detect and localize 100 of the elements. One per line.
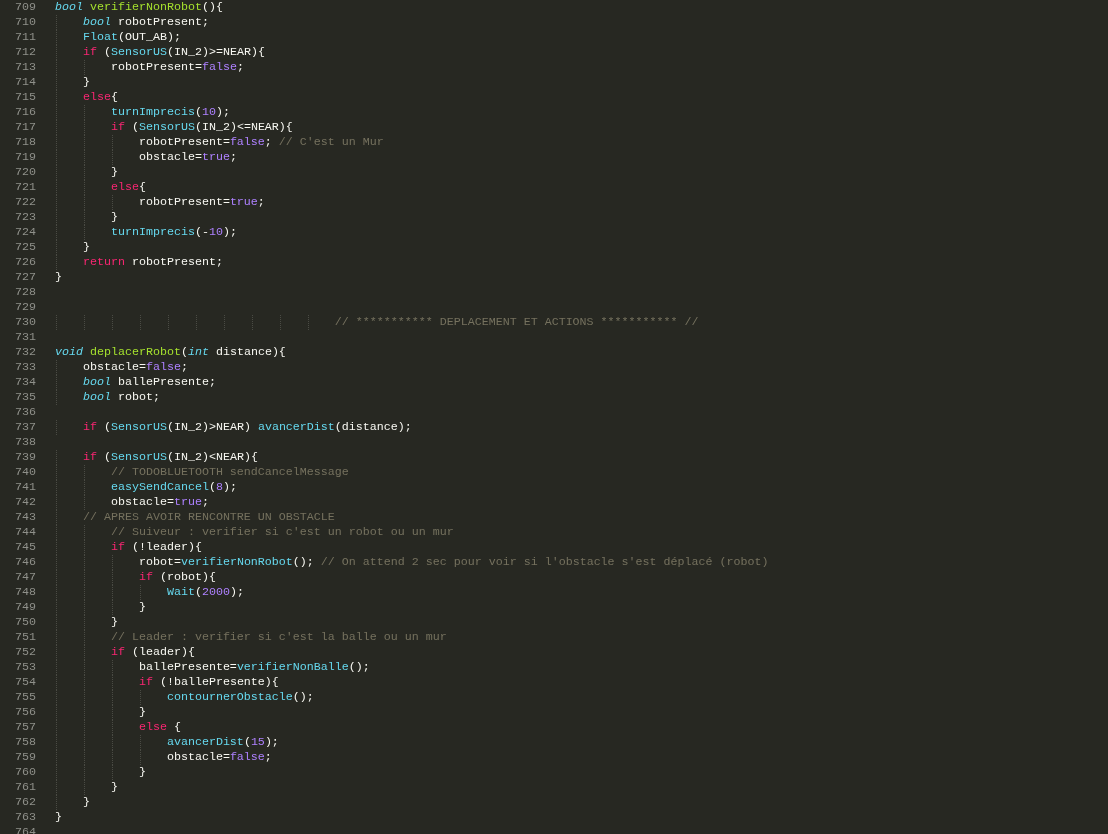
- code-line: obstacle=true;: [137, 150, 237, 164]
- code-line: avancerDist(15);: [165, 735, 279, 749]
- code-line: // APRES AVOIR RENCONTRE UN OBSTACLE: [81, 510, 335, 524]
- line-number: 740: [14, 465, 36, 480]
- code-line: // TODOBLUETOOTH sendCancelMessage: [109, 465, 349, 479]
- line-number: 751: [14, 630, 36, 645]
- line-number: 736: [14, 405, 36, 420]
- code-line: obstacle=true;: [109, 495, 209, 509]
- line-number: 734: [14, 375, 36, 390]
- line-number: 756: [14, 705, 36, 720]
- code-line: if (SensorUS(IN_2)>=NEAR){: [81, 45, 265, 59]
- line-number: 730: [14, 315, 36, 330]
- line-number: 727: [14, 270, 36, 285]
- line-number: 762: [14, 795, 36, 810]
- line-number: 739: [14, 450, 36, 465]
- code-line: bool verifierNonRobot(){: [55, 0, 223, 14]
- line-number: 729: [14, 300, 36, 315]
- line-number: 757: [14, 720, 36, 735]
- code-line: if (SensorUS(IN_2)>NEAR) avancerDist(distance);: [81, 420, 412, 434]
- line-number: 735: [14, 390, 36, 405]
- line-number: 717: [14, 120, 36, 135]
- code-line: turnImprecis(-10);: [109, 225, 237, 239]
- code-line: obstacle=false;: [165, 750, 272, 764]
- code-line: else{: [109, 180, 146, 194]
- code-line: }: [109, 165, 118, 179]
- line-number: 732: [14, 345, 36, 360]
- code-line: }: [137, 600, 146, 614]
- line-number: 758: [14, 735, 36, 750]
- line-number: 725: [14, 240, 36, 255]
- line-number: 742: [14, 495, 36, 510]
- line-number: 731: [14, 330, 36, 345]
- code-line: bool robot;: [81, 390, 160, 404]
- line-number: 713: [14, 60, 36, 75]
- code-line: turnImprecis(10);: [109, 105, 230, 119]
- line-number: 723: [14, 210, 36, 225]
- code-line: easySendCancel(8);: [109, 480, 237, 494]
- line-number: 747: [14, 570, 36, 585]
- line-number: 745: [14, 540, 36, 555]
- line-number: 733: [14, 360, 36, 375]
- code-line: // Suiveur : verifier si c'est un robot ou un mur: [109, 525, 454, 539]
- line-number: 721: [14, 180, 36, 195]
- line-number: 719: [14, 150, 36, 165]
- line-number: 743: [14, 510, 36, 525]
- code-line: if (!leader){: [109, 540, 202, 554]
- code-line: }: [81, 75, 90, 89]
- line-number: 755: [14, 690, 36, 705]
- code-line: Wait(2000);: [165, 585, 244, 599]
- line-number: 753: [14, 660, 36, 675]
- line-number: 728: [14, 285, 36, 300]
- code-line: }: [81, 240, 90, 254]
- line-number: 754: [14, 675, 36, 690]
- line-number: 722: [14, 195, 36, 210]
- code-line: else{: [81, 90, 118, 104]
- line-number: 709: [14, 0, 36, 15]
- line-number: 714: [14, 75, 36, 90]
- line-number: 750: [14, 615, 36, 630]
- code-line: }: [55, 270, 62, 284]
- code-line: bool robotPresent;: [81, 15, 209, 29]
- code-line: else {: [137, 720, 181, 734]
- code-line: obstacle=false;: [81, 360, 188, 374]
- code-line: }: [137, 765, 146, 779]
- line-number: 724: [14, 225, 36, 240]
- line-number: 746: [14, 555, 36, 570]
- code-line: robot=verifierNonRobot(); // On attend 2 sec pour voir si l'obstacle s'est déplacé (robot): [137, 555, 769, 569]
- code-line: if (SensorUS(IN_2)<=NEAR){: [109, 120, 293, 134]
- code-line: void deplacerRobot(int distance){: [55, 345, 286, 359]
- code-line: }: [109, 780, 118, 794]
- line-number: 718: [14, 135, 36, 150]
- line-number: 737: [14, 420, 36, 435]
- line-number: 711: [14, 30, 36, 45]
- code-line: if (!ballePresente){: [137, 675, 279, 689]
- line-number: 741: [14, 480, 36, 495]
- line-number: 749: [14, 600, 36, 615]
- code-line: ballePresente=verifierNonBalle();: [137, 660, 370, 674]
- code-line: return robotPresent;: [81, 255, 223, 269]
- line-number: 744: [14, 525, 36, 540]
- code-line: Float(OUT_AB);: [81, 30, 181, 44]
- code-line: }: [55, 810, 62, 824]
- code-line: }: [137, 705, 146, 719]
- code-line: contournerObstacle();: [165, 690, 314, 704]
- code-line: if (SensorUS(IN_2)<NEAR){: [81, 450, 258, 464]
- line-number: 716: [14, 105, 36, 120]
- line-number: 720: [14, 165, 36, 180]
- code-line: }: [109, 615, 118, 629]
- code-line: robotPresent=false; // C'est un Mur: [137, 135, 384, 149]
- code-line: bool ballePresente;: [81, 375, 216, 389]
- line-number: 710: [14, 15, 36, 30]
- code-line: robotPresent=false;: [109, 60, 244, 74]
- code-line: }: [81, 795, 90, 809]
- code-line: // Leader : verifier si c'est la balle ou un mur: [109, 630, 447, 644]
- code-line: // *********** DEPLACEMENT ET ACTIONS *********** //: [333, 315, 699, 329]
- line-number: 712: [14, 45, 36, 60]
- line-number: 760: [14, 765, 36, 780]
- line-number: 752: [14, 645, 36, 660]
- line-number: 763: [14, 810, 36, 825]
- line-number: 726: [14, 255, 36, 270]
- line-number: 738: [14, 435, 36, 450]
- code-line: }: [109, 210, 118, 224]
- line-number: 761: [14, 780, 36, 795]
- line-number: 748: [14, 585, 36, 600]
